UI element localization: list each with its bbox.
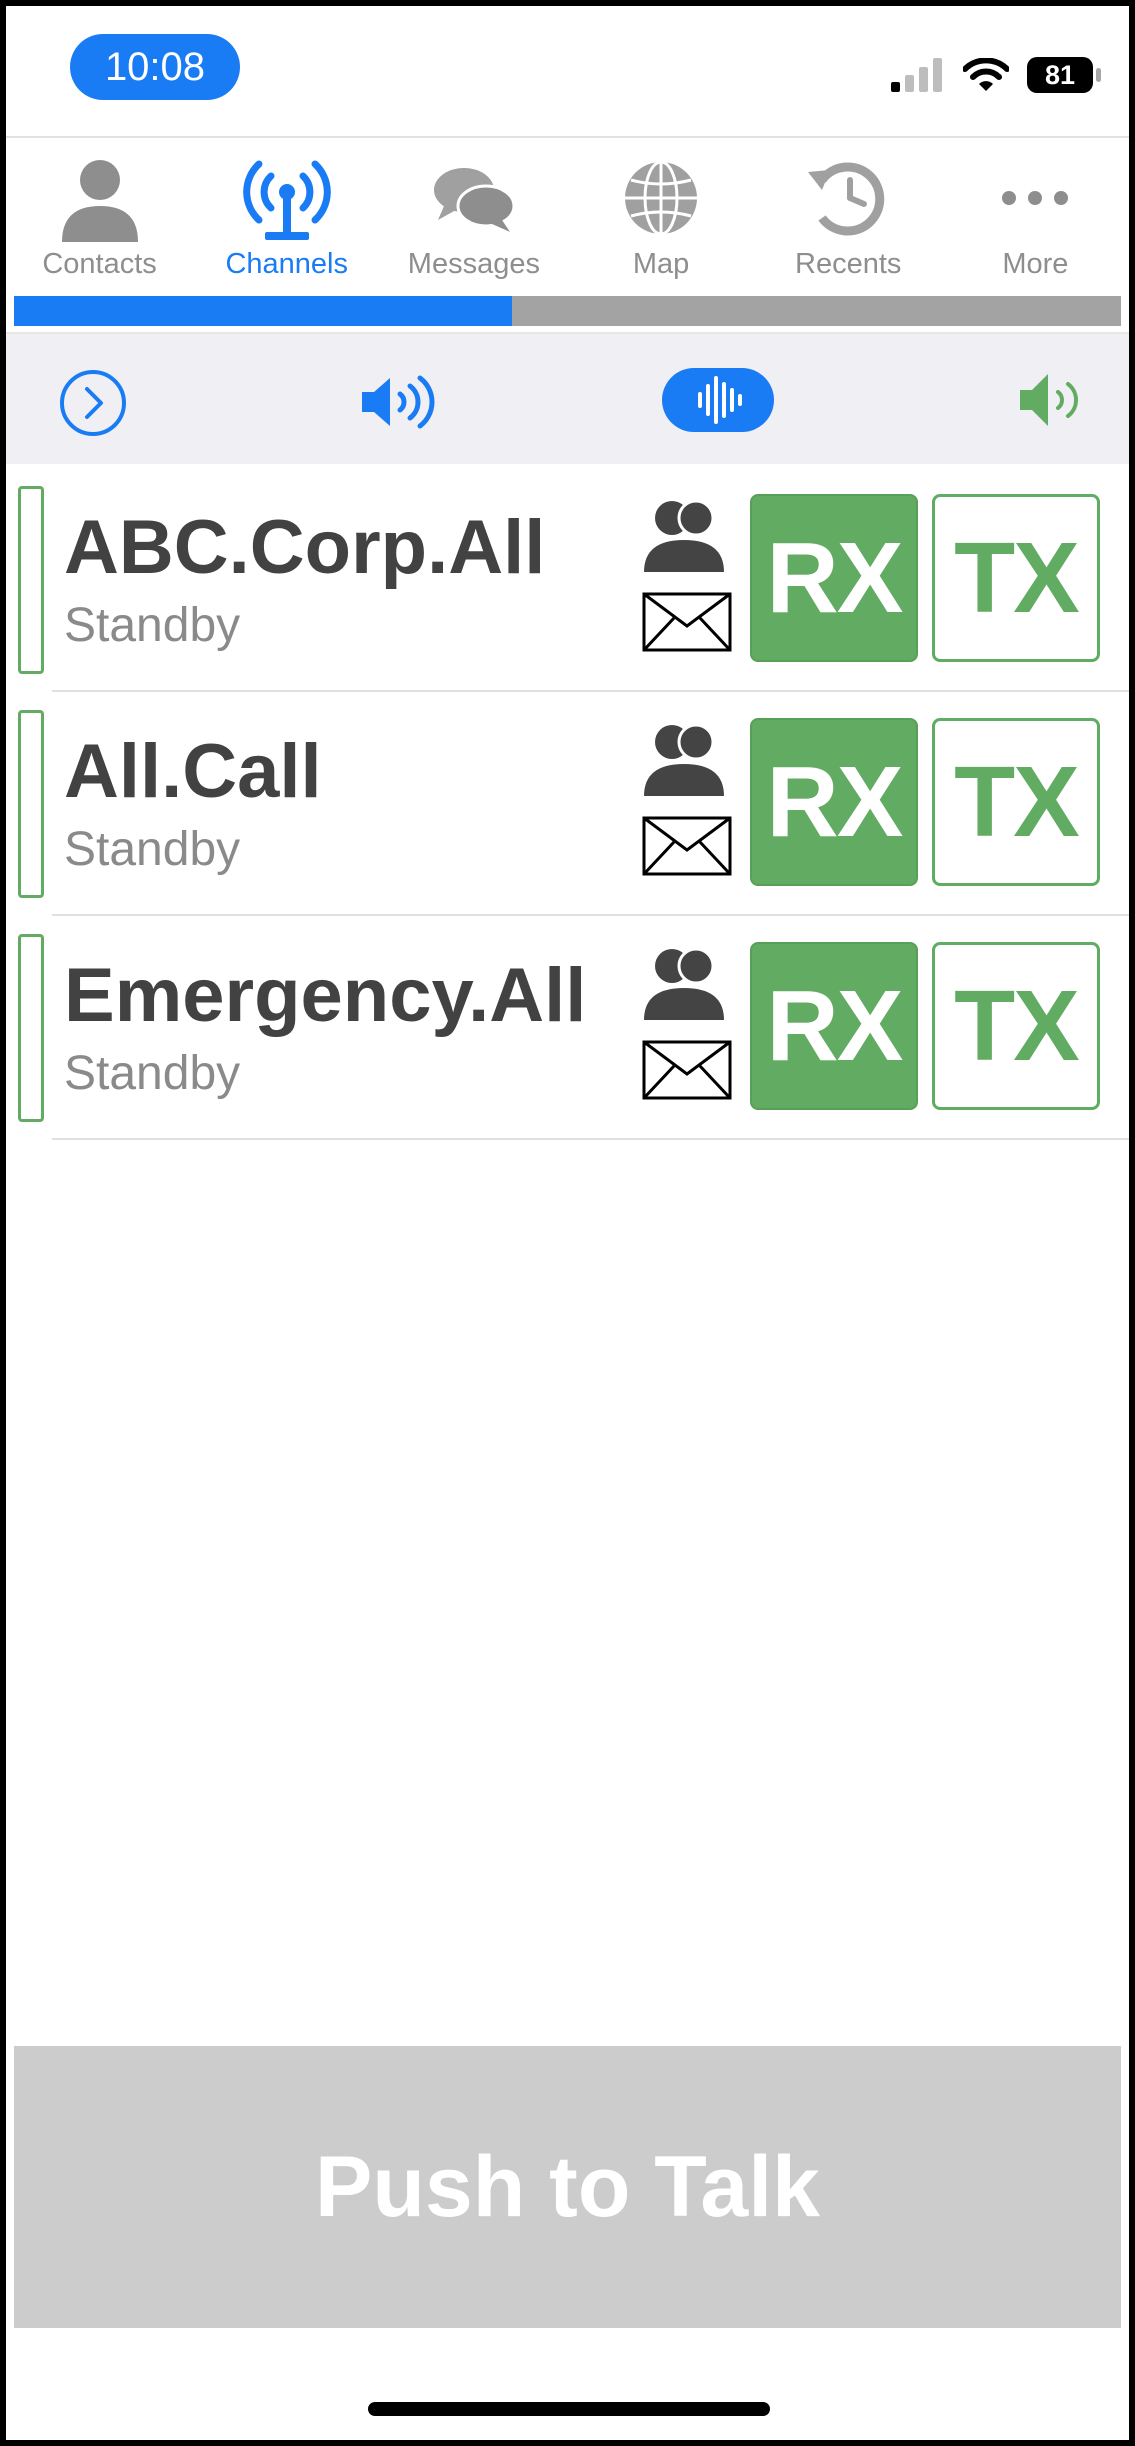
rx-button[interactable]: RX [750, 718, 918, 886]
rx-button[interactable]: RX [750, 494, 918, 662]
tab-label-channels: Channels [225, 248, 348, 280]
channel-status: Standby [64, 599, 241, 652]
channel-toolbar [6, 334, 1129, 464]
rx-button[interactable]: RX [750, 942, 918, 1110]
battery-indicator: 81 [1027, 57, 1101, 93]
app-screen: 10:08 81 Contacts Channels Messages Map … [6, 6, 1129, 2440]
push-to-talk-button[interactable]: Push to Talk [14, 2046, 1121, 2328]
globe-icon [625, 160, 698, 236]
tab-label-map: Map [632, 248, 690, 280]
mail-icon[interactable] [642, 816, 732, 876]
divider [52, 1138, 1129, 1140]
tab-label-more: More [1002, 248, 1069, 280]
antenna-icon [243, 160, 331, 240]
tab-label-recents: Recents [795, 248, 902, 280]
ellipsis-icon [1002, 191, 1069, 205]
mail-icon[interactable] [642, 1040, 732, 1100]
tx-button[interactable]: TX [932, 718, 1100, 886]
members-icon[interactable] [638, 942, 730, 1026]
next-circle-icon[interactable] [58, 368, 128, 438]
tab-channels[interactable]: Channels [193, 138, 380, 288]
channel-status: Standby [64, 1047, 241, 1100]
status-indicators: 81 [891, 50, 1101, 100]
tab-map[interactable]: Map [567, 138, 754, 288]
channel-status-indicator [18, 710, 44, 898]
channel-name: All.Call [64, 729, 322, 814]
signal-icon [891, 58, 942, 92]
status-time: 10:08 [70, 34, 240, 100]
members-icon[interactable] [638, 718, 730, 802]
channel-row[interactable]: Emergency.All Standby RX TX [6, 916, 1129, 1140]
speaker-green-icon[interactable] [1016, 370, 1086, 430]
channel-name: Emergency.All [64, 953, 587, 1038]
channel-row[interactable]: All.Call Standby RX TX [6, 692, 1129, 916]
tab-messages[interactable]: Messages [380, 138, 567, 288]
channel-status: Standby [64, 823, 241, 876]
channel-row[interactable]: ABC.Corp.All Standby RX TX [6, 468, 1129, 692]
chat-bubbles-icon [433, 168, 516, 232]
channel-name: ABC.Corp.All [64, 505, 546, 590]
tab-recents[interactable]: Recents [755, 138, 942, 288]
speaker-icon[interactable] [358, 372, 438, 432]
members-icon[interactable] [638, 494, 730, 578]
wifi-icon [963, 58, 1009, 91]
tab-bar: Contacts Channels Messages Map Recents M… [6, 138, 1129, 288]
history-clock-icon [808, 162, 885, 236]
mail-icon[interactable] [642, 592, 732, 652]
channel-status-indicator [18, 934, 44, 1122]
home-indicator[interactable] [368, 2402, 770, 2416]
progress-bar [14, 296, 1121, 326]
tab-contacts[interactable]: Contacts [6, 138, 193, 288]
waveform-icon[interactable] [662, 368, 774, 432]
person-icon [61, 160, 138, 242]
tab-more[interactable]: More [942, 138, 1129, 288]
tx-button[interactable]: TX [932, 942, 1100, 1110]
battery-level: 81 [1044, 59, 1076, 90]
progress-fill [14, 296, 513, 326]
channel-status-indicator [18, 486, 44, 674]
tab-label-messages: Messages [407, 248, 540, 280]
tab-label-contacts: Contacts [42, 248, 157, 280]
tx-button[interactable]: TX [932, 494, 1100, 662]
